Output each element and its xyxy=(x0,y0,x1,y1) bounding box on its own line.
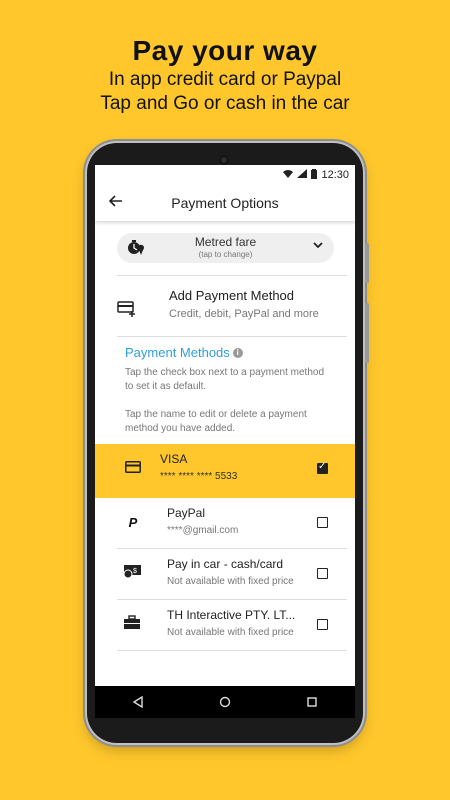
phone-frame: 12:30 Payment Options Metred fare (tap t… xyxy=(87,143,369,743)
add-card-icon xyxy=(117,298,137,318)
back-arrow-icon[interactable] xyxy=(105,191,127,213)
promo-subtitle-line2: Tap and Go or cash in the car xyxy=(100,93,350,114)
promo-title: Pay your way xyxy=(132,35,318,66)
nav-home-icon[interactable] xyxy=(214,691,236,713)
page-title: Payment Options xyxy=(171,195,279,211)
paypal-icon: P xyxy=(128,515,138,530)
front-camera xyxy=(219,155,229,165)
android-nav-bar xyxy=(95,686,355,718)
add-method-subtitle: Credit, debit, PayPal and more xyxy=(169,308,319,320)
nav-recents-icon[interactable] xyxy=(301,691,323,713)
payment-name[interactable]: Pay in car - cash/card xyxy=(167,557,283,571)
wifi-icon xyxy=(283,169,294,181)
divider xyxy=(117,336,347,337)
payment-detail: ****@gmail.com xyxy=(167,525,239,536)
nav-back-icon[interactable] xyxy=(127,691,149,713)
status-time: 12:30 xyxy=(321,169,349,181)
payment-row-visa[interactable]: VISA **** **** **** 5533 xyxy=(95,444,355,498)
card-icon xyxy=(123,459,143,479)
default-checkbox[interactable] xyxy=(317,619,328,630)
promo-subtitle-line1: In app credit card or Paypal xyxy=(108,69,342,90)
payment-row-pay-in-car[interactable]: $ Pay in car - cash/card Not available w… xyxy=(117,549,347,600)
app-bar: Payment Options xyxy=(95,185,355,221)
payment-row-business[interactable]: TH Interactive PTY. LT... Not available … xyxy=(117,600,347,651)
payment-name[interactable]: VISA xyxy=(160,452,187,466)
divider xyxy=(117,275,347,276)
payment-detail: Not available with fixed price xyxy=(167,576,294,587)
content-area: Metred fare (tap to change) Add Payment … xyxy=(95,233,355,651)
default-checkbox[interactable] xyxy=(317,568,328,579)
default-checkbox[interactable] xyxy=(317,517,328,528)
app-screen: 12:30 Payment Options Metred fare (tap t… xyxy=(95,165,355,718)
cash-icon: $ xyxy=(122,564,142,584)
add-method-title: Add Payment Method xyxy=(169,288,295,303)
svg-text:$: $ xyxy=(133,568,137,575)
payment-name[interactable]: TH Interactive PTY. LT... xyxy=(167,608,295,622)
payment-methods-header: Payment Methods i xyxy=(125,345,355,360)
payment-detail: Not available with fixed price xyxy=(167,627,294,638)
add-payment-method-button[interactable]: Add Payment Method Credit, debit, PayPal… xyxy=(95,284,355,336)
info-icon[interactable]: i xyxy=(232,347,243,358)
payment-methods-title: Payment Methods xyxy=(125,345,230,360)
payment-row-paypal[interactable]: P PayPal ****@gmail.com xyxy=(117,498,347,549)
status-bar: 12:30 xyxy=(95,165,355,185)
help-text-default: Tap the check box next to a payment meth… xyxy=(125,367,325,392)
payment-name[interactable]: PayPal xyxy=(167,506,205,520)
fare-sublabel: (tap to change) xyxy=(198,250,253,259)
chevron-down-icon xyxy=(312,239,324,254)
signal-icon xyxy=(297,169,308,181)
default-checkbox[interactable] xyxy=(317,461,328,474)
fare-selector[interactable]: Metred fare (tap to change) xyxy=(117,233,334,263)
briefcase-icon xyxy=(122,615,142,635)
power-button xyxy=(365,303,369,363)
promo-header: Pay your way In app credit card or Paypa… xyxy=(0,34,450,116)
fare-label: Metred fare xyxy=(194,235,257,249)
battery-icon xyxy=(311,168,318,182)
payment-detail: **** **** **** 5533 xyxy=(160,471,238,482)
volume-button xyxy=(365,243,369,283)
help-text-edit: Tap the name to edit or delete a payment… xyxy=(125,409,307,434)
